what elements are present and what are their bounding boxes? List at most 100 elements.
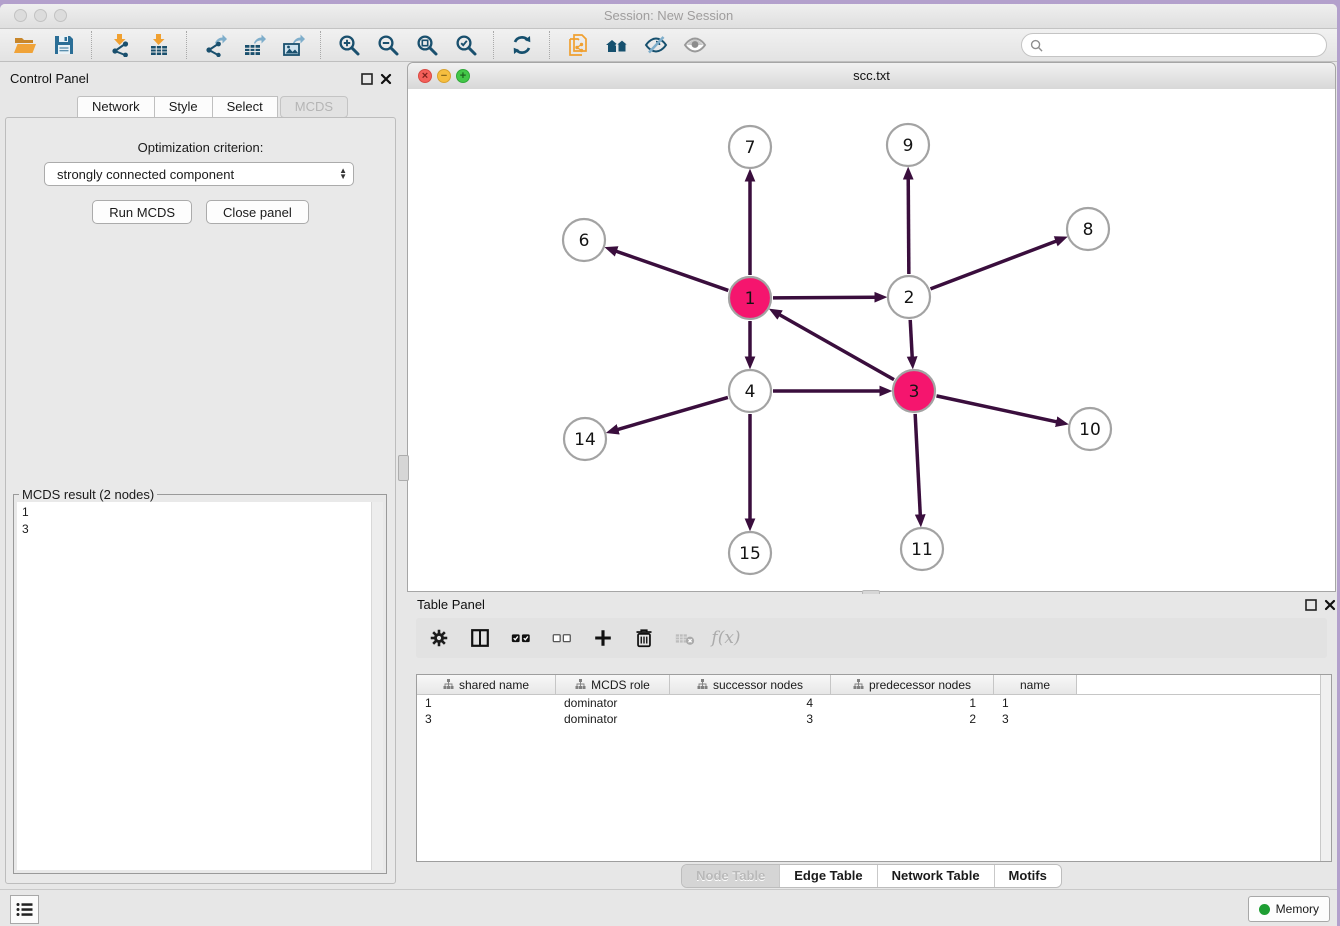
table-row[interactable]: 3dominator323 — [417, 711, 1331, 727]
graph-node-3[interactable]: 3 — [893, 370, 935, 412]
cell-successor-nodes[interactable]: 3 — [670, 711, 831, 727]
settings-gear-icon[interactable] — [426, 625, 452, 651]
cell-name[interactable]: 3 — [994, 711, 1077, 727]
add-column-icon[interactable] — [590, 625, 616, 651]
cell-predecessor-nodes[interactable]: 2 — [831, 711, 994, 727]
column-header-MCDS-role[interactable]: MCDS role — [556, 675, 670, 694]
sort-icon — [575, 679, 586, 690]
cell-shared-name[interactable]: 3 — [417, 711, 556, 727]
refresh-view-icon[interactable] — [507, 31, 537, 59]
export-image-icon[interactable] — [278, 31, 308, 59]
export-table-icon[interactable] — [239, 31, 269, 59]
app-window: Session: New Session — [0, 4, 1337, 926]
close-panel-icon[interactable] — [379, 72, 393, 86]
edge-3-10[interactable] — [936, 396, 1057, 422]
edge-1-6[interactable] — [615, 251, 728, 291]
cell-predecessor-nodes[interactable]: 1 — [831, 695, 994, 711]
graph-node-8[interactable]: 8 — [1067, 208, 1109, 250]
select-all-columns-icon[interactable] — [508, 625, 534, 651]
home-icon[interactable] — [602, 31, 632, 59]
edge-2-3[interactable] — [910, 320, 912, 358]
graph-node-9[interactable]: 9 — [887, 124, 929, 166]
memory-status-dot — [1259, 904, 1270, 915]
search-input[interactable] — [1048, 37, 1318, 53]
import-table-icon[interactable] — [144, 31, 174, 59]
graph-node-11[interactable]: 11 — [901, 528, 943, 570]
edge-3-11[interactable] — [915, 414, 920, 516]
graph-node-14[interactable]: 14 — [564, 418, 606, 460]
edge-3-1[interactable] — [779, 314, 894, 379]
tab-edge-table[interactable]: Edge Table — [780, 865, 877, 887]
split-view-icon[interactable] — [467, 625, 493, 651]
deselect-all-columns-icon[interactable] — [549, 625, 575, 651]
cell-name[interactable]: 1 — [994, 695, 1077, 711]
zoom-selected-icon[interactable] — [451, 31, 481, 59]
float-table-panel-icon[interactable] — [1304, 598, 1318, 612]
graph-node-2[interactable]: 2 — [888, 276, 930, 318]
import-network-icon[interactable] — [105, 31, 135, 59]
column-label: name — [1020, 678, 1050, 692]
result-scrollbar[interactable] — [371, 502, 383, 870]
table-panel: Table Panel — [407, 594, 1336, 890]
column-header-filler — [1077, 675, 1331, 694]
table-body: 1dominator4113dominator323 — [417, 695, 1331, 727]
tab-network[interactable]: Network — [77, 96, 154, 118]
tab-style[interactable]: Style — [154, 96, 212, 118]
function-builder-icon[interactable]: f(x) — [713, 625, 739, 651]
column-label: predecessor nodes — [869, 678, 971, 692]
table-row[interactable]: 1dominator411 — [417, 695, 1331, 711]
zoom-in-icon[interactable] — [334, 31, 364, 59]
cell-MCDS-role[interactable]: dominator — [556, 695, 670, 711]
column-header-name[interactable]: name — [994, 675, 1077, 694]
graph-node-6[interactable]: 6 — [563, 219, 605, 261]
node-table: shared name MCDS rolesuccessor nodes prede… — [416, 674, 1332, 862]
open-session-icon[interactable] — [10, 31, 40, 59]
node-label: 15 — [739, 544, 761, 564]
column-label: shared name — [459, 678, 529, 692]
table-scrollbar[interactable] — [1320, 675, 1331, 861]
show-panel-eye-icon[interactable] — [680, 31, 710, 59]
control-panel-title: Control Panel — [10, 71, 89, 86]
cell-MCDS-role[interactable]: dominator — [556, 711, 670, 727]
float-panel-icon[interactable] — [360, 72, 374, 86]
network-window-titlebar[interactable]: × − + scc.txt — [408, 63, 1335, 90]
save-session-icon[interactable] — [49, 31, 79, 59]
vertical-splitter-grip[interactable] — [398, 455, 409, 481]
task-history-button[interactable] — [10, 895, 39, 924]
delete-table-icon[interactable] — [672, 625, 698, 651]
tab-node-table[interactable]: Node Table — [682, 865, 780, 887]
delete-columns-trash-icon[interactable] — [631, 625, 657, 651]
edge-4-14[interactable] — [617, 397, 728, 429]
close-table-panel-icon[interactable] — [1323, 598, 1337, 612]
edge-1-2[interactable] — [773, 297, 876, 298]
graph-node-4[interactable]: 4 — [729, 370, 771, 412]
run-mcds-button[interactable]: Run MCDS — [92, 200, 192, 224]
edge-2-9[interactable] — [908, 178, 909, 274]
memory-button[interactable]: Memory — [1248, 896, 1330, 922]
column-header-predecessor-nodes[interactable]: predecessor nodes — [831, 675, 994, 694]
export-network-icon[interactable] — [200, 31, 230, 59]
hide-panel-eye-icon[interactable] — [641, 31, 671, 59]
column-header-successor-nodes[interactable]: successor nodes — [670, 675, 831, 694]
graph-node-15[interactable]: 15 — [729, 532, 771, 574]
tab-mcds[interactable]: MCDS — [280, 96, 348, 118]
toolbar-separator — [320, 31, 322, 59]
cell-successor-nodes[interactable]: 4 — [670, 695, 831, 711]
tab-network-table[interactable]: Network Table — [878, 865, 995, 887]
graph-node-1[interactable]: 1 — [729, 277, 771, 319]
toolbar-separator — [493, 31, 495, 59]
close-panel-button[interactable]: Close panel — [206, 200, 309, 224]
search-field[interactable] — [1021, 33, 1327, 57]
zoom-out-icon[interactable] — [373, 31, 403, 59]
graph-node-7[interactable]: 7 — [729, 126, 771, 168]
tab-select[interactable]: Select — [212, 96, 278, 118]
zoom-fit-icon[interactable] — [412, 31, 442, 59]
open-network-file-icon[interactable] — [563, 31, 593, 59]
criterion-select[interactable]: strongly connected component ▲▼ — [44, 162, 354, 186]
network-graph[interactable]: 1 2 3 4 6 7 8 9 10 11 14 15 — [408, 89, 1335, 591]
column-header-shared-name[interactable]: shared name — [417, 675, 556, 694]
cell-shared-name[interactable]: 1 — [417, 695, 556, 711]
edge-2-8[interactable] — [931, 241, 1058, 289]
tab-motifs[interactable]: Motifs — [995, 865, 1061, 887]
graph-node-10[interactable]: 10 — [1069, 408, 1111, 450]
